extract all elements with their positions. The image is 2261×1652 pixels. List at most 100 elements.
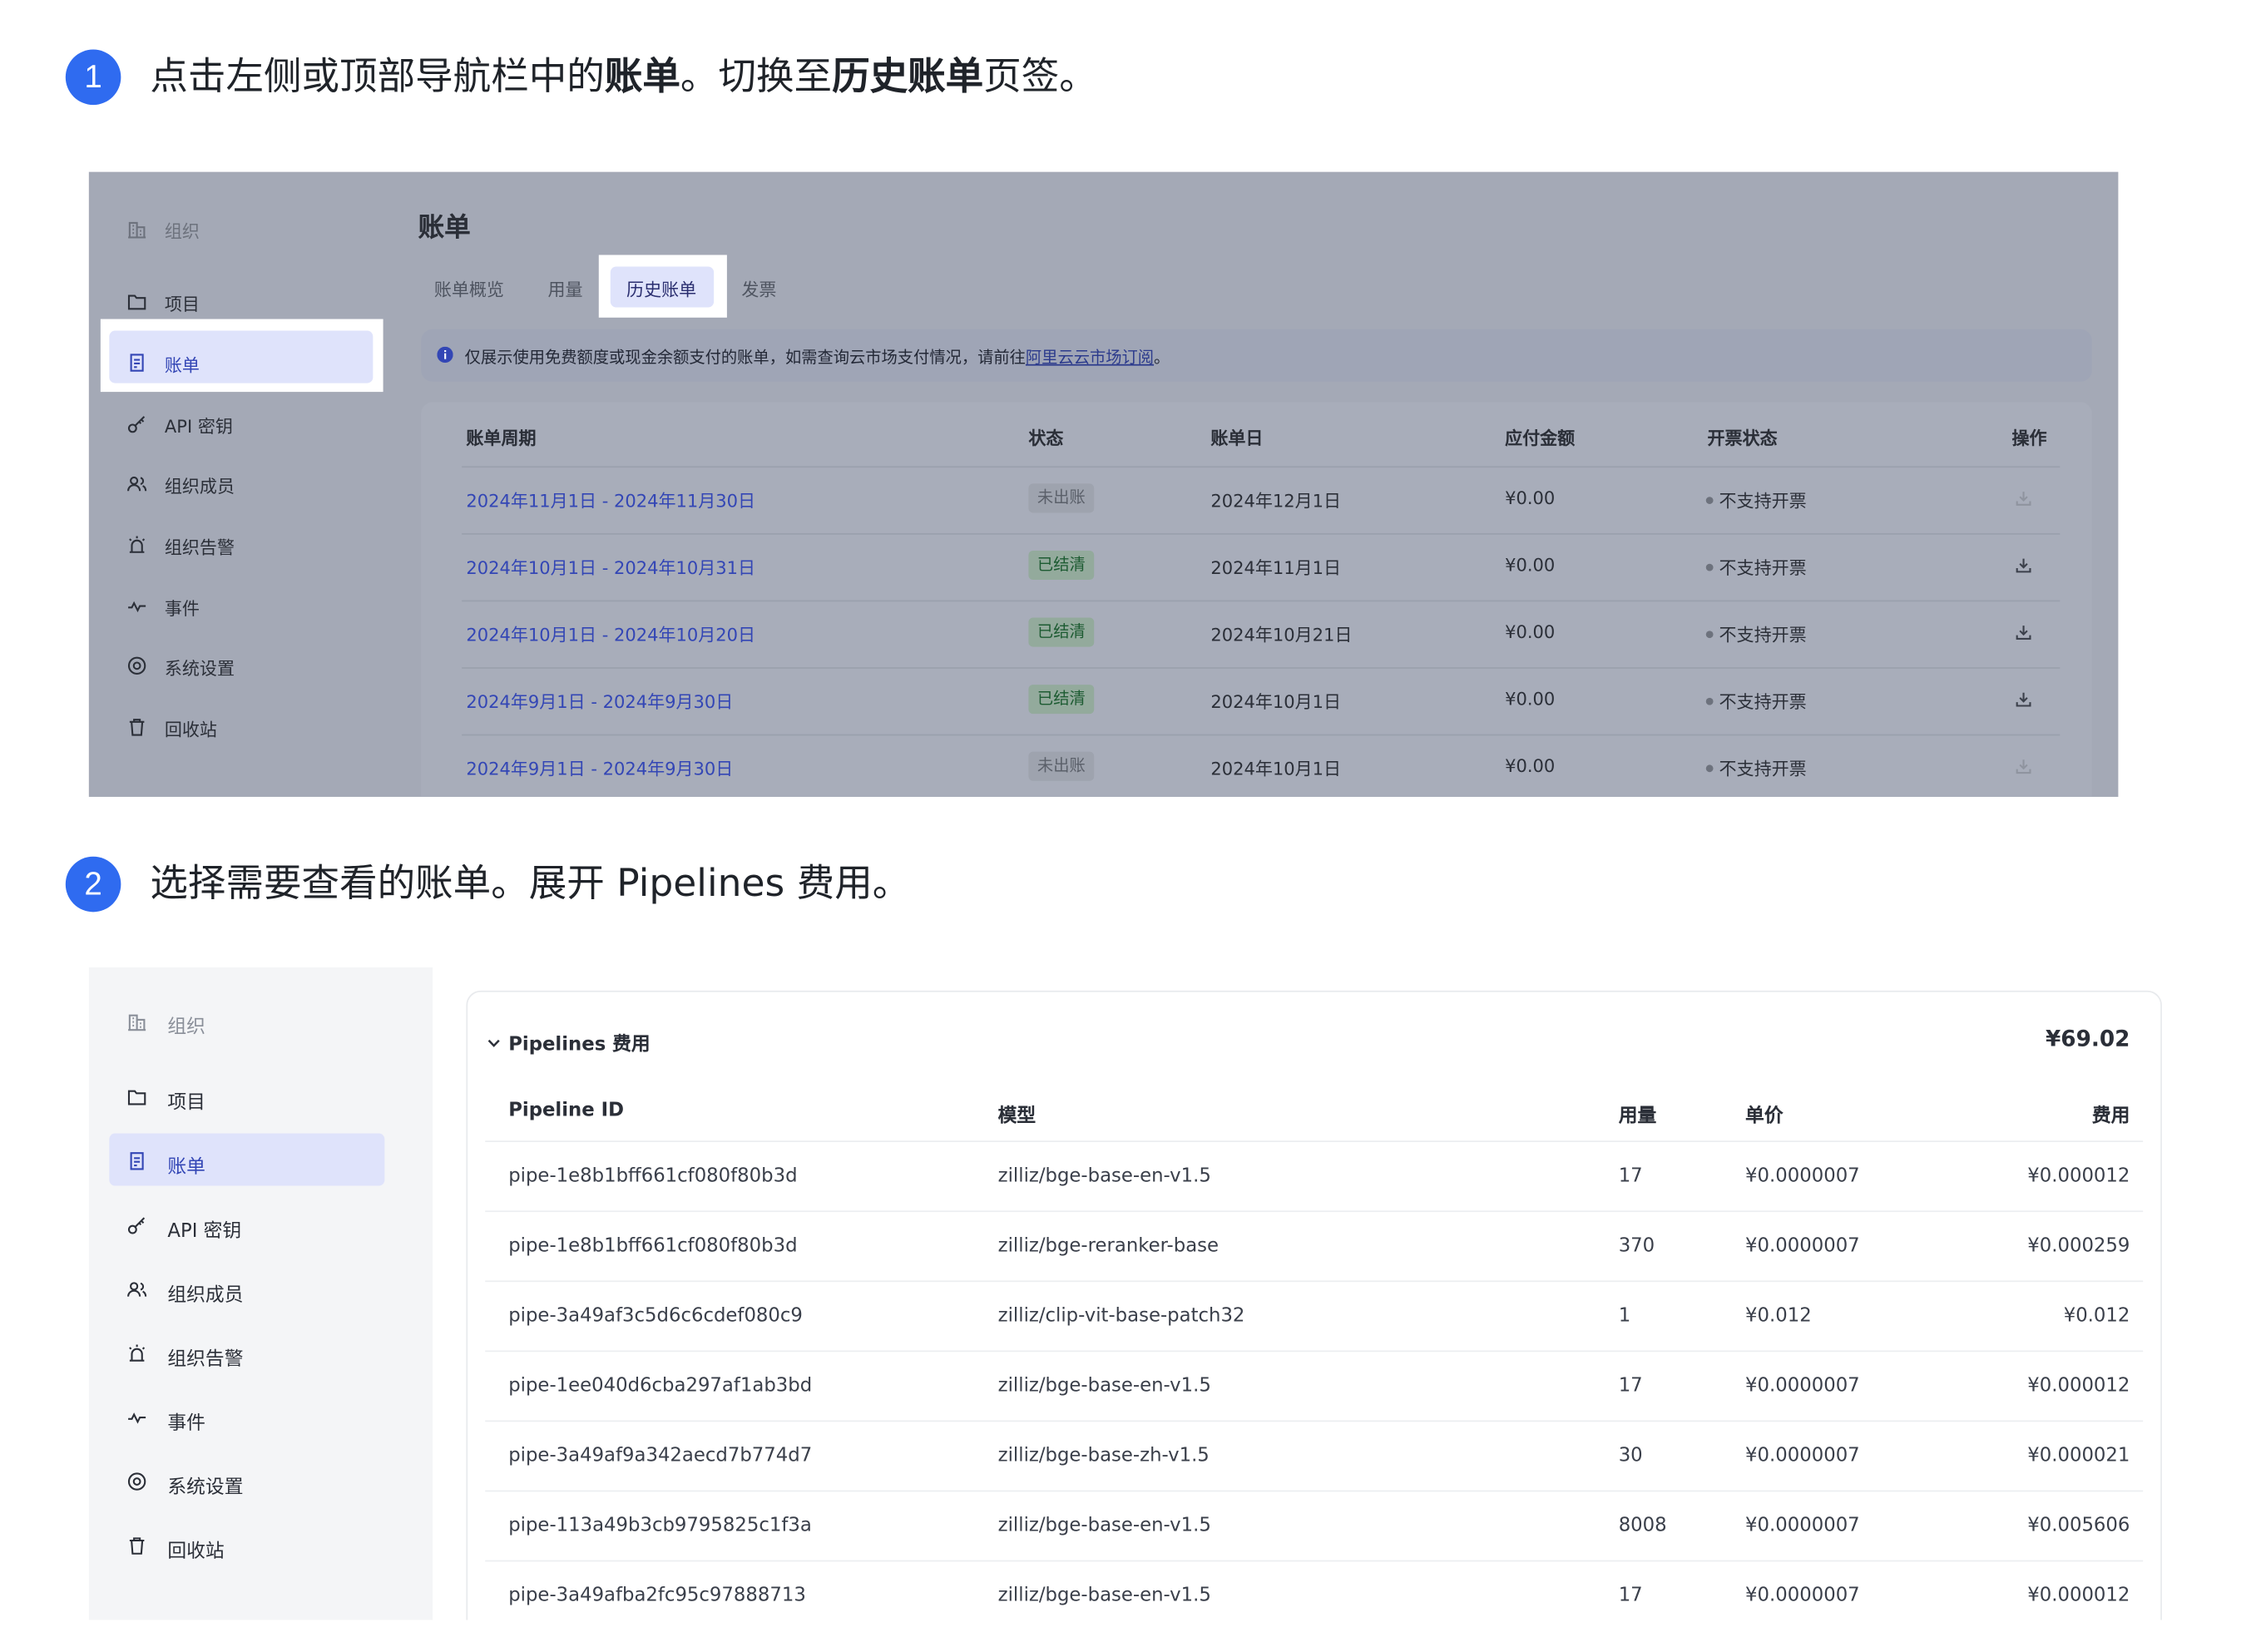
settings-icon [126, 655, 147, 676]
column-header-bill-date: 账单日 [1210, 428, 1264, 449]
tab-billing-history[interactable]: 历史账单 [626, 277, 696, 302]
key-icon [126, 1215, 148, 1237]
bill-period-link[interactable]: 2024年11月1日 - 2024年11月30日 [466, 488, 755, 513]
column-header-actions: 操作 [2011, 428, 2047, 449]
row-divider [462, 532, 2061, 535]
sidebar-item-label: 系统设置 [164, 658, 235, 680]
alarm-icon [126, 1343, 148, 1365]
table-row[interactable]: 2024年10月1日 - 2024年10月20日 已结清 2024年10月21日 ¥0… [421, 600, 2092, 668]
marketplace-link[interactable]: 阿里云云市场订阅 [1026, 349, 1154, 368]
table-row: pipe-3a49af3c5d6c6cdef080c9 zilliz/clip-v… [485, 1280, 2144, 1350]
pipeline-id: pipe-3a49af3c5d6c6cdef080c9 [508, 1305, 803, 1328]
invoice-status: 不支持开票 [1705, 756, 1807, 781]
table-row[interactable]: 2024年11月1日 - 2024年11月30日 未出账 2024年12月1日 ¥0.… [421, 466, 2092, 533]
row-divider [462, 600, 2061, 602]
amount-due: ¥0.00 [1505, 689, 1556, 710]
step-1-badge: 1 [65, 49, 121, 106]
unit-price: ¥0.0000007 [1745, 1375, 1860, 1397]
cost-value: ¥0.000012 [2027, 1375, 2130, 1397]
key-icon [126, 413, 147, 434]
invoice-status-label: 不支持开票 [1719, 759, 1807, 779]
column-header-pipeline-id: Pipeline ID [508, 1100, 624, 1122]
section-title[interactable]: Pipelines 费用 [508, 1028, 651, 1056]
sidebar-item-label: 账单 [164, 355, 200, 376]
tab-invoices[interactable]: 发票 [741, 277, 776, 302]
unit-price: ¥0.0000007 [1745, 1585, 1860, 1607]
pipeline-id: pipe-3a49afba2fc95c97888713 [508, 1585, 806, 1607]
pipeline-id: pipe-113a49b3cb9795825c1f3a [508, 1515, 812, 1537]
pipeline-id: pipe-1ee040d6cba297af1ab3bd [508, 1375, 813, 1397]
table-row: pipe-113a49b3cb9795825c1f3a zilliz/bge-ba… [485, 1490, 2144, 1560]
row-divider [485, 1560, 2144, 1562]
status-dot [1705, 563, 1714, 571]
table-row[interactable]: 2024年9月1日 - 2024年9月30日 已结清 2024年10月1日 ¥0.00… [421, 667, 2092, 734]
model-name: zilliz/bge-base-en-v1.5 [997, 1585, 1211, 1607]
row-divider [462, 667, 2061, 669]
status-badge: 未出账 [1028, 483, 1095, 513]
bill-period-link[interactable]: 2024年10月1日 - 2024年10月31日 [466, 555, 755, 580]
cost-value: ¥0.012 [2063, 1305, 2130, 1328]
status-dot [1705, 497, 1714, 504]
table-row[interactable]: 2024年10月1日 - 2024年10月31日 已结清 2024年11月1日 ¥0.… [421, 532, 2092, 601]
sidebar-item-label: 回收站 [167, 1541, 225, 1564]
invoice-status-label: 不支持开票 [1719, 691, 1807, 713]
sidebar-item-label: 回收站 [164, 720, 217, 740]
row-divider [462, 734, 2061, 736]
download-icon[interactable] [2015, 624, 2032, 641]
step-1-text-b: 账单 [604, 55, 680, 100]
info-banner: 仅展示使用免费额度或现金余额支付的账单，如需查询云市场支付情况，请前往阿里云云市… [421, 329, 2092, 382]
settings-icon [126, 1471, 148, 1493]
model-name: zilliz/clip-vit-base-patch32 [997, 1305, 1245, 1328]
amount-due: ¥0.00 [1505, 487, 1556, 509]
usage-value: 30 [1618, 1445, 1643, 1467]
tab-usage[interactable]: 用量 [547, 277, 582, 302]
bill-period-link[interactable]: 2024年9月1日 - 2024年9月30日 [466, 756, 733, 781]
invoice-status-label: 不支持开票 [1719, 557, 1807, 579]
column-header-status: 状态 [1028, 428, 1064, 449]
table-row: pipe-1e8b1bff661cf080f80b3d zilliz/bge-ba… [485, 1140, 2144, 1210]
status-dot [1705, 697, 1714, 705]
row-divider [462, 466, 2061, 468]
bill-period-link[interactable]: 2024年9月1日 - 2024年9月30日 [466, 689, 733, 714]
status-dot [1705, 631, 1714, 639]
amount-due: ¥0.00 [1505, 555, 1556, 576]
bill-date: 2024年10月1日 [1210, 759, 1341, 779]
members-icon [126, 1279, 148, 1301]
bill-icon [126, 1151, 148, 1173]
row-divider [485, 1420, 2144, 1422]
table-row[interactable]: 2024年9月1日 - 2024年9月30日 未出账 2024年10月1日 ¥0.00… [421, 734, 2092, 797]
step-1-text-d: 历史账单 [832, 55, 984, 100]
download-icon[interactable] [2015, 489, 2032, 507]
cost-value: ¥0.000021 [2027, 1445, 2130, 1467]
amount-due: ¥0.00 [1505, 621, 1556, 643]
chevron-down-icon[interactable] [487, 1036, 502, 1051]
step-2-badge: 2 [65, 856, 121, 913]
building-icon [126, 219, 147, 240]
sidebar-item-label: 项目 [167, 1092, 205, 1115]
bill-period-link[interactable]: 2024年10月1日 - 2024年10月20日 [466, 622, 755, 647]
download-icon[interactable] [2015, 556, 2032, 574]
row-divider [485, 1350, 2144, 1353]
download-icon[interactable] [2015, 690, 2032, 708]
table-row: pipe-1ee040d6cba297af1ab3bd zilliz/bge-ba… [485, 1350, 2144, 1420]
tab-billing-overview[interactable]: 账单概览 [434, 277, 504, 302]
step-1-text-c: 。切换至 [680, 55, 833, 100]
unit-price: ¥0.012 [1745, 1305, 1812, 1328]
cost-value: ¥0.000012 [2027, 1165, 2130, 1188]
row-divider [485, 1140, 2144, 1143]
sidebar-item-label: 组织 [167, 1016, 205, 1039]
sidebar-active-bg [109, 330, 374, 383]
pipeline-id: pipe-3a49af9a342aecd7b774d7 [508, 1445, 813, 1467]
members-icon [126, 473, 147, 494]
row-divider [485, 1210, 2144, 1213]
trash-icon [126, 717, 147, 738]
info-suffix: 。 [1154, 348, 1170, 368]
usage-value: 17 [1618, 1585, 1643, 1607]
usage-value: 17 [1618, 1165, 1643, 1188]
download-icon[interactable] [2015, 758, 2032, 775]
cost-value: ¥0.000012 [2027, 1585, 2130, 1607]
info-prefix: 仅展示使用免费额度或现金余额支付的账单，如需查询云市场支付情况，请前往 [464, 348, 1026, 368]
billing-history-table: 账单周期 状态 账单日 应付金额 开票状态 操作 2024年11月1日 - 20… [421, 402, 2092, 797]
unit-price: ¥0.0000007 [1745, 1235, 1860, 1258]
cost-value: ¥0.000259 [2027, 1235, 2130, 1258]
